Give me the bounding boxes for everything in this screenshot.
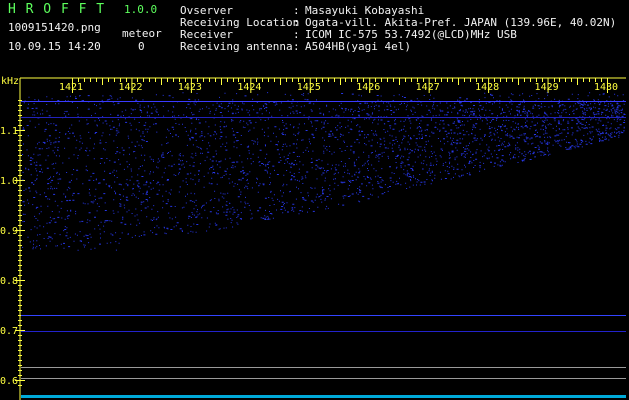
x-tick-label: 1429 — [535, 82, 559, 93]
x-tick-label: 1423 — [178, 82, 202, 93]
noise-floor — [21, 395, 626, 398]
x-tick-label: 1430 — [594, 82, 618, 93]
y-tick-label: 0.8 — [0, 276, 18, 287]
x-tick-label: 1425 — [297, 82, 321, 93]
y-tick-label: 0.6 — [0, 376, 18, 387]
x-tick-label: 1421 — [59, 82, 83, 93]
x-tick-label: 1428 — [475, 82, 499, 93]
x-tick-label: 1427 — [416, 82, 440, 93]
y-tick-label: 0.7 — [0, 326, 18, 337]
y-tick-label: 1.0 — [0, 176, 18, 187]
x-tick-label: 1424 — [237, 82, 261, 93]
spectrogram: kHz 1.1 1.0 0.9 0.8 0.7 0.6 1421 1422 1423 1424 142… — [0, 75, 629, 400]
y-tick-label: 0.9 — [0, 226, 18, 237]
x-tick-label: 1426 — [356, 82, 380, 93]
y-tick-label: 1.1 — [0, 126, 18, 137]
y-axis-unit: kHz — [1, 76, 19, 87]
x-tick-label: 1422 — [118, 82, 142, 93]
